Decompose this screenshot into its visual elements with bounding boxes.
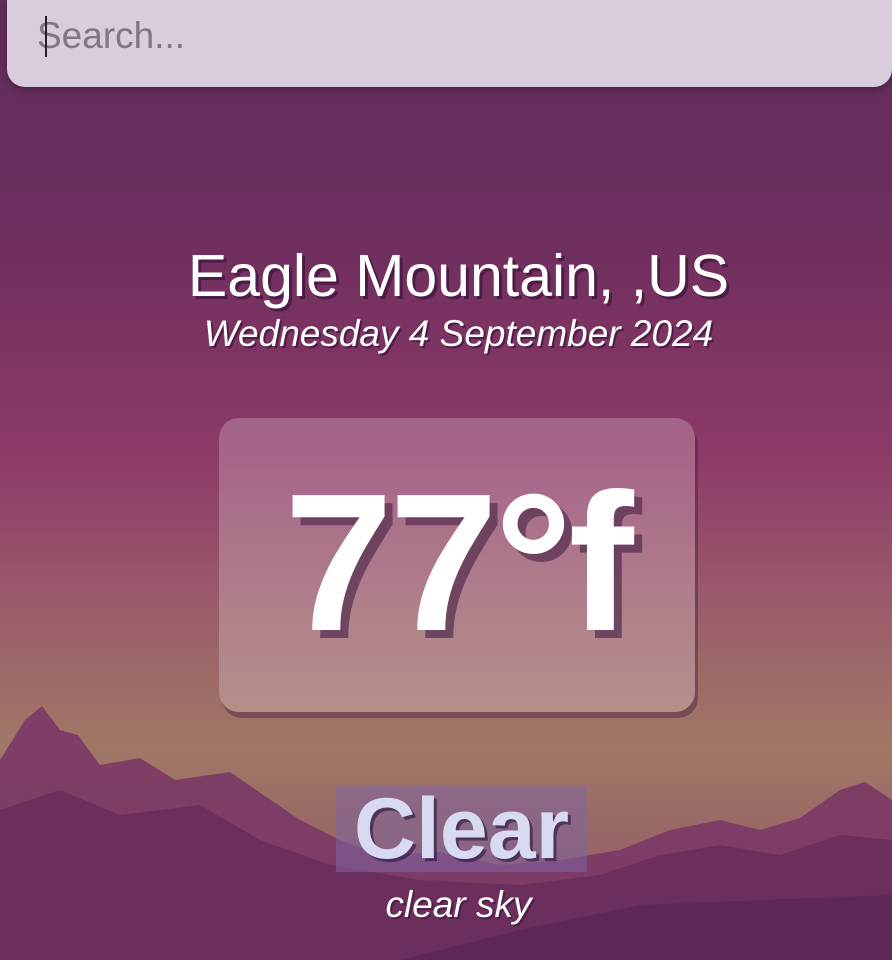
- location-title: Eagle Mountain, ,US: [187, 243, 730, 309]
- current-date: Wednesday 4 September 2024: [203, 313, 714, 354]
- search-input[interactable]: [37, 10, 857, 62]
- search-bar: [7, 0, 892, 87]
- weather-description: clear sky: [385, 884, 532, 925]
- temperature-card: 77°f: [219, 418, 695, 712]
- temperature-value: 77°f: [284, 453, 634, 672]
- weather-condition: Clear: [336, 786, 587, 872]
- text-caret: [45, 16, 47, 57]
